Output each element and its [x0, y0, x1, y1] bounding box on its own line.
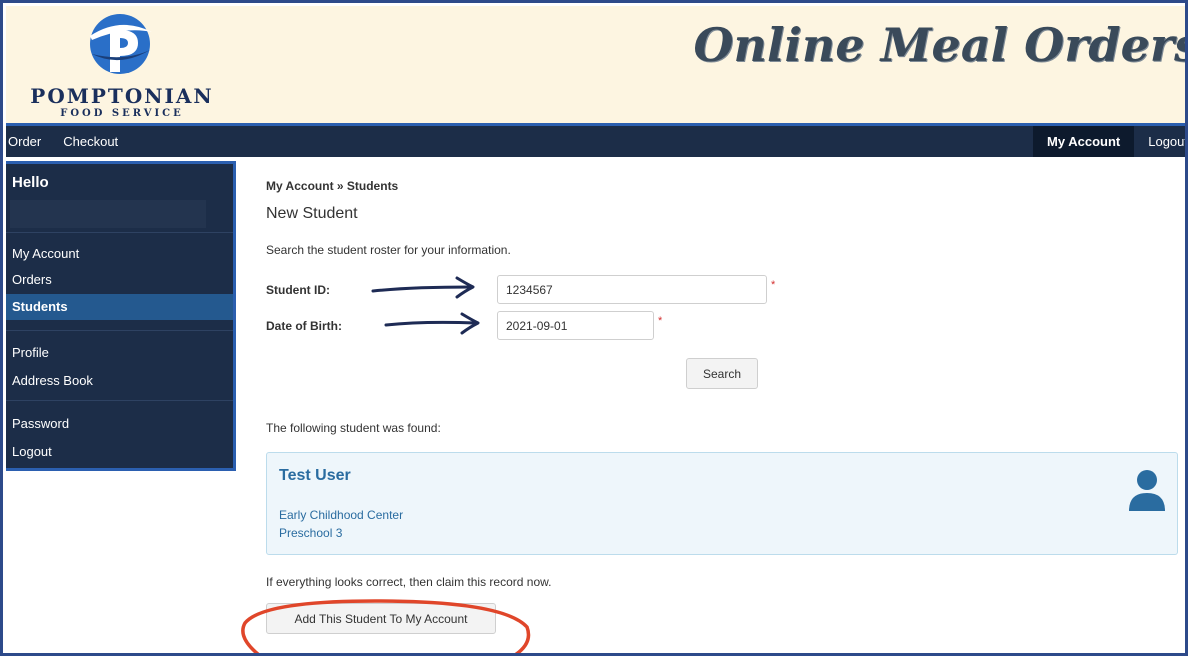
page-title: New Student	[266, 205, 358, 222]
sidebar-item-password[interactable]: Password	[12, 416, 69, 431]
highlight-circle-icon	[241, 599, 531, 653]
nav-order-link[interactable]: Order	[8, 134, 41, 149]
sidebar-greeting: Hello	[12, 174, 49, 191]
date-of-birth-label: Date of Birth:	[266, 319, 342, 333]
nav-logout-link[interactable]: Logout	[1134, 126, 1185, 157]
claim-instruction: If everything looks correct, then claim …	[266, 575, 552, 589]
required-marker: *	[658, 315, 663, 327]
pomptonian-p-logo-icon	[90, 14, 152, 74]
top-navbar: Order Checkout My Account Logout	[6, 123, 1185, 157]
site-header: POMPTONIAN FOOD SERVICE Online Meal Orde…	[6, 6, 1188, 123]
nav-checkout-link[interactable]: Checkout	[63, 134, 118, 149]
breadcrumb: My Account » Students	[266, 179, 399, 193]
sidebar-divider	[6, 330, 233, 331]
sidebar-item-students[interactable]: Students	[6, 294, 233, 320]
search-instruction: Search the student roster for your infor…	[266, 243, 511, 257]
nav-right: My Account Logout	[1033, 126, 1185, 157]
student-grade: Preschool 3	[279, 526, 343, 540]
sidebar-item-profile[interactable]: Profile	[12, 345, 49, 360]
site-title: Online Meal Orders	[693, 18, 1188, 72]
student-id-label: Student ID:	[266, 283, 330, 297]
app-frame: POMPTONIAN FOOD SERVICE Online Meal Orde…	[0, 0, 1188, 656]
date-of-birth-input[interactable]	[497, 311, 654, 340]
search-button[interactable]: Search	[686, 358, 758, 389]
brand-subtitle: FOOD SERVICE	[60, 108, 184, 119]
arrow-right-icon	[371, 276, 475, 299]
sidebar: Hello My Account Orders Students Profile…	[6, 161, 236, 471]
student-school: Early Childhood Center	[279, 508, 404, 522]
student-name: Test User	[279, 467, 351, 484]
sidebar-item-logout[interactable]: Logout	[12, 444, 52, 459]
brand-logo[interactable]: POMPTONIAN FOOD SERVICE	[22, 10, 218, 120]
sidebar-item-my-account[interactable]: My Account	[12, 246, 79, 261]
brand-name: POMPTONIAN	[30, 84, 214, 108]
nav-left: Order Checkout	[6, 126, 138, 157]
nav-my-account-link[interactable]: My Account	[1033, 126, 1135, 157]
sidebar-item-orders[interactable]: Orders	[12, 272, 52, 287]
sidebar-divider	[6, 400, 233, 401]
student-result-card: Test User Early Childhood Center Prescho…	[266, 452, 1178, 555]
required-marker: *	[771, 279, 776, 291]
found-message: The following student was found:	[266, 421, 441, 435]
sidebar-item-address-book[interactable]: Address Book	[12, 373, 93, 388]
sidebar-divider	[6, 232, 233, 233]
arrow-right-icon	[384, 312, 480, 335]
user-icon	[1129, 470, 1165, 511]
sidebar-username-box	[10, 200, 206, 228]
student-id-input[interactable]	[497, 275, 767, 304]
